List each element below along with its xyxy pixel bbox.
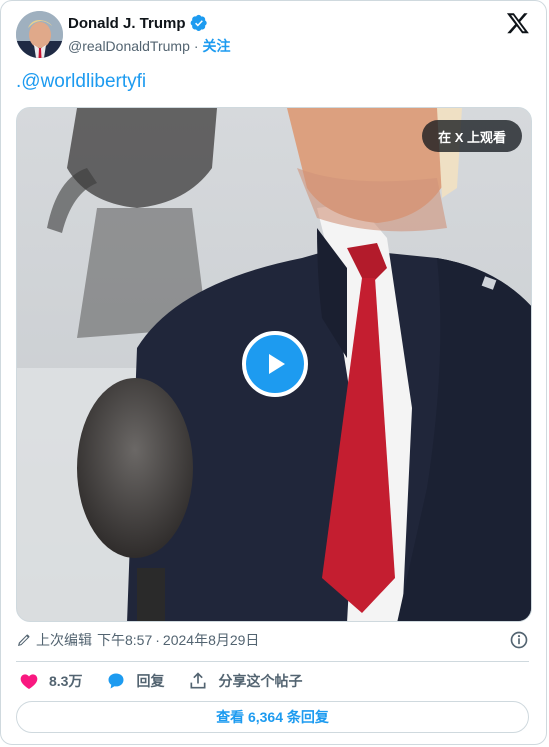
like-action[interactable]: 8.3万 <box>19 671 82 691</box>
author-names: Donald J. Trump @realDonaldTrump · 关注 <box>68 13 231 56</box>
tweet-meta-row: 上次编辑 下午8:57 · 2024年8月29日 <box>16 629 529 651</box>
handle-row: @realDonaldTrump · 关注 <box>68 36 231 56</box>
display-name-row: Donald J. Trump <box>68 13 231 33</box>
tweet-time[interactable]: 下午8:57 <box>97 630 152 650</box>
handle[interactable]: @realDonaldTrump <box>68 38 190 54</box>
tweet-embed-card: Donald J. Trump @realDonaldTrump · 关注 .@… <box>0 0 547 745</box>
video-player[interactable]: 在 X 上观看 <box>16 107 532 622</box>
tweet-header: Donald J. Trump @realDonaldTrump · 关注 <box>16 11 532 59</box>
tweet-text[interactable]: .@worldlibertyfi <box>16 71 146 93</box>
x-logo-icon[interactable] <box>506 11 530 35</box>
share-label: 分享这个帖子 <box>218 673 303 689</box>
view-replies-button[interactable]: 查看 6,364 条回复 <box>16 701 529 733</box>
watch-on-x-button[interactable]: 在 X 上观看 <box>422 120 522 152</box>
avatar[interactable] <box>16 11 63 58</box>
tweet-actions: 8.3万 回复 分享这个帖子 <box>19 669 326 693</box>
verified-badge-icon <box>190 14 207 32</box>
reply-label: 回复 <box>136 673 165 689</box>
play-icon <box>269 354 285 374</box>
follow-button[interactable]: 关注 <box>203 36 231 56</box>
tweet-date[interactable]: 2024年8月29日 <box>163 630 260 650</box>
heart-icon <box>20 674 38 689</box>
edited-label[interactable]: 上次编辑 <box>36 630 92 650</box>
divider <box>16 661 529 662</box>
play-button[interactable] <box>242 331 308 397</box>
handle-separator: · <box>193 38 199 54</box>
display-name[interactable]: Donald J. Trump <box>68 15 186 32</box>
edit-pencil-icon <box>18 634 30 646</box>
reply-action[interactable]: 回复 <box>106 671 164 691</box>
share-action[interactable]: 分享这个帖子 <box>188 671 302 691</box>
info-icon[interactable] <box>509 630 529 650</box>
reply-bubble-icon <box>108 673 124 689</box>
meta-separator: · <box>155 632 160 648</box>
share-upload-icon <box>190 672 206 689</box>
avatar-image <box>16 11 63 58</box>
like-count: 8.3万 <box>49 673 83 689</box>
